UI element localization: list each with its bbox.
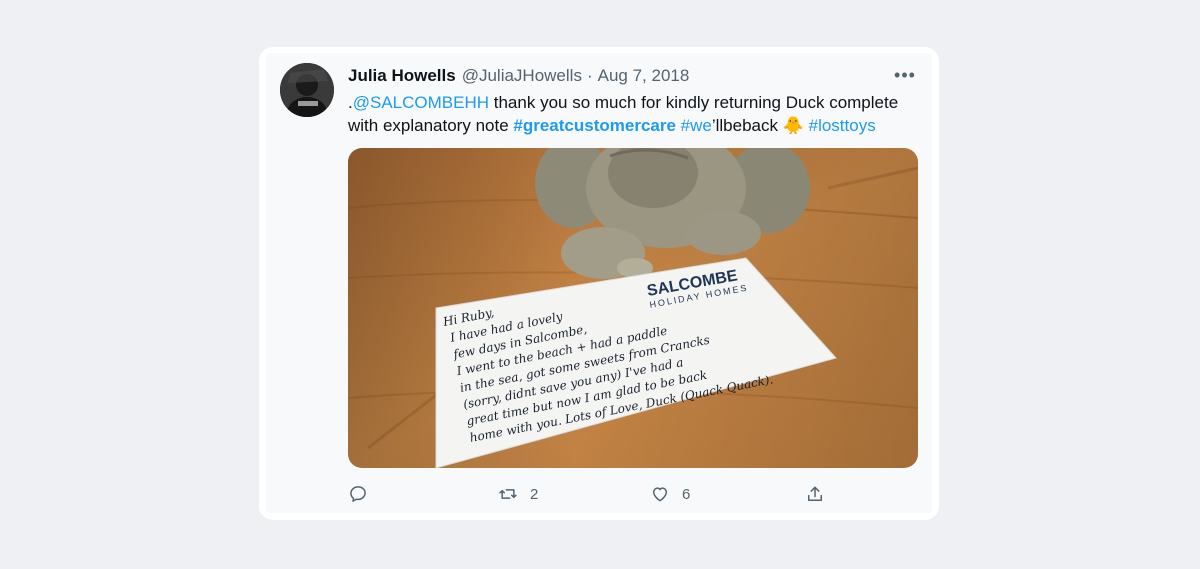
retweet-icon <box>499 489 517 499</box>
like-count: 6 <box>682 485 691 503</box>
hashtag-losttoys[interactable]: #losttoys <box>809 116 876 135</box>
like-button[interactable]: 6 <box>650 481 690 507</box>
tweet-date[interactable]: Aug 7, 2018 <box>598 66 690 86</box>
tweet-header: Julia Howells @JuliaJHowells · Aug 7, 20… <box>348 65 882 87</box>
author-handle[interactable]: @JuliaJHowells <box>462 66 582 86</box>
hashtag-greatcustomercare[interactable]: #greatcustomercare <box>513 116 676 135</box>
text-llbeback: ’llbeback <box>711 116 783 135</box>
heart-icon <box>653 487 667 502</box>
mention-link[interactable]: @SALCOMBEHH <box>353 93 489 112</box>
retweet-button[interactable]: 2 <box>498 481 538 507</box>
tweet-embed-frame: Julia Howells @JuliaJHowells · Aug 7, 20… <box>259 47 939 520</box>
tweet-photo[interactable]: SALCOMBE HOLIDAY HOMES Hi Ruby, I have h… <box>348 148 918 468</box>
retweet-count: 2 <box>530 485 539 503</box>
header-separator: · <box>586 66 593 85</box>
avatar[interactable] <box>280 63 334 117</box>
chick-emoji: 🐥 <box>782 116 804 135</box>
author-name[interactable]: Julia Howells <box>348 66 456 86</box>
reply-button[interactable] <box>348 481 380 507</box>
tweet-actions: 2 6 <box>348 481 918 507</box>
tweet-text: .@SALCOMBEHH thank you so much for kindl… <box>348 91 918 137</box>
reply-icon <box>350 486 366 502</box>
hashtag-we[interactable]: #we <box>681 116 712 135</box>
tweet-card[interactable]: Julia Howells @JuliaJHowells · Aug 7, 20… <box>266 53 932 513</box>
more-options-icon[interactable]: ••• <box>890 65 920 85</box>
share-button[interactable] <box>805 481 825 507</box>
share-icon <box>808 486 822 501</box>
